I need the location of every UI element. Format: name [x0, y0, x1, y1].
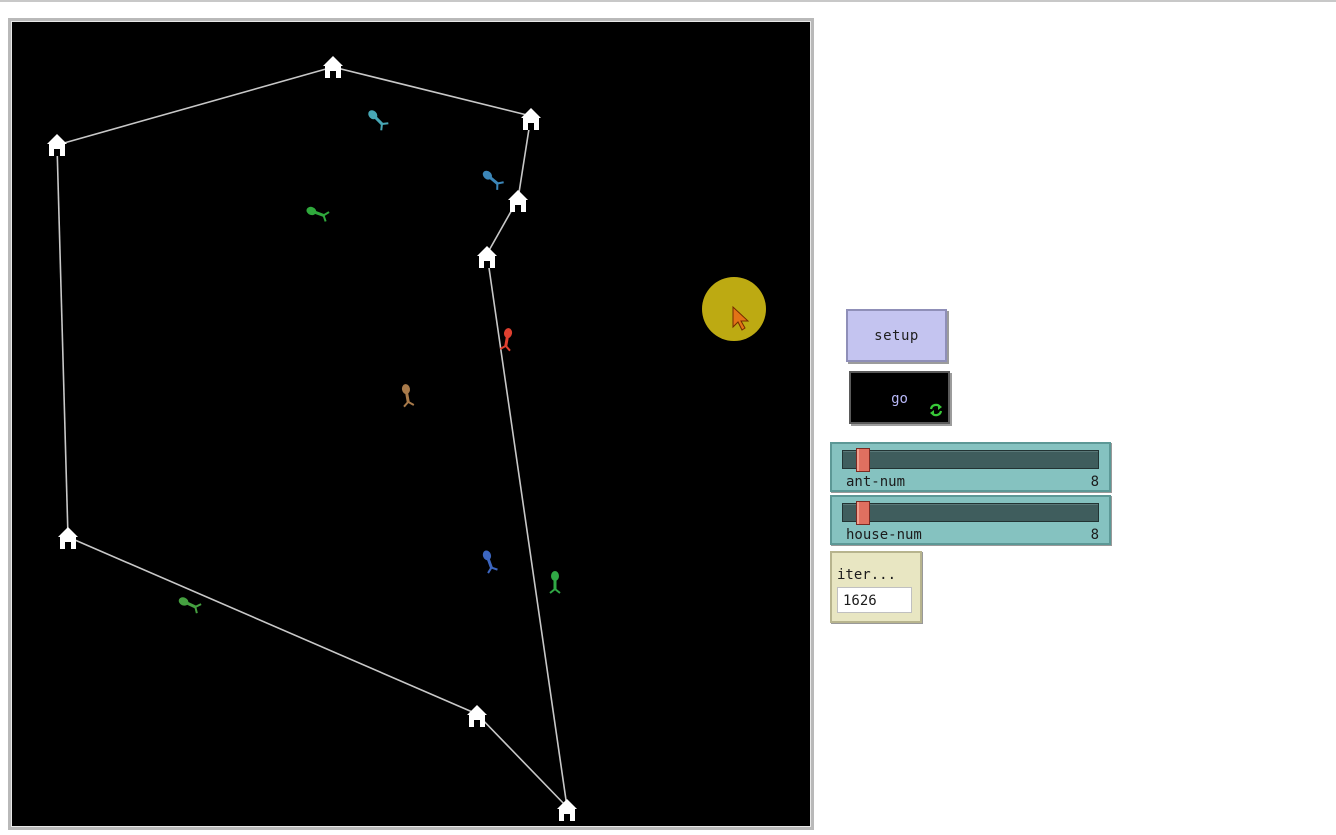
house-icon — [508, 190, 528, 212]
mouse-pointer-icon — [732, 305, 750, 331]
tour-link — [476, 713, 568, 808]
window-top-border — [0, 0, 1336, 2]
tour-link — [332, 66, 532, 117]
world-canvas — [47, 56, 577, 821]
tour-link — [67, 536, 478, 715]
cursor-highlight — [702, 277, 766, 341]
house-icon — [477, 246, 497, 268]
iterations-monitor: iter... 1626 — [830, 551, 922, 623]
houses — [47, 56, 577, 821]
house-icon — [323, 56, 343, 78]
house-icon — [58, 527, 78, 549]
slider-label: ant-num — [846, 474, 906, 490]
ant-icon — [401, 384, 415, 408]
ant-icon — [499, 328, 513, 352]
house-icon — [557, 799, 577, 821]
slider-track[interactable] — [842, 448, 1099, 472]
ant-icon — [482, 170, 504, 190]
ant-icon — [482, 550, 498, 574]
tour-link — [56, 66, 334, 146]
slider-value: 8 — [1090, 527, 1099, 543]
ant-num-slider[interactable]: ant-num 8 — [830, 442, 1111, 492]
monitor-label: iter... — [837, 567, 897, 583]
slider-value: 8 — [1090, 474, 1099, 490]
setup-button-label: setup — [874, 327, 919, 344]
ant-icon — [549, 571, 561, 594]
setup-button[interactable]: setup — [846, 309, 947, 362]
ant-icon — [178, 597, 202, 614]
monitor-value: 1626 — [837, 587, 912, 613]
ant-icon — [306, 206, 330, 222]
go-button[interactable]: go — [849, 371, 950, 424]
house-icon — [47, 134, 67, 156]
slider-knob[interactable] — [856, 448, 870, 472]
slider-track[interactable] — [842, 501, 1099, 525]
forever-arrows-icon — [928, 402, 944, 418]
house-num-slider[interactable]: house-num 8 — [830, 495, 1111, 545]
ant-icon — [368, 110, 389, 131]
tour-link — [56, 144, 69, 538]
world-view[interactable] — [8, 18, 814, 830]
tour-link — [486, 253, 568, 808]
house-icon — [467, 705, 487, 727]
slider-label: house-num — [846, 527, 922, 543]
slider-knob[interactable] — [856, 501, 870, 525]
house-icon — [521, 108, 541, 130]
